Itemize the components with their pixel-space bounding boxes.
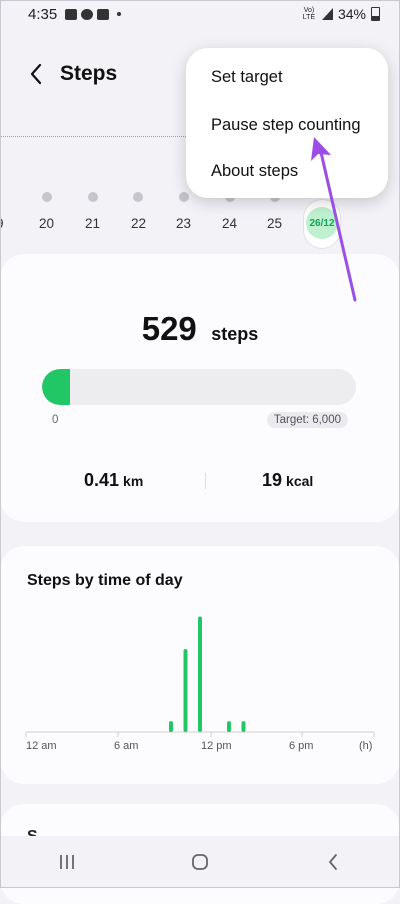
annotation-arrow: [311, 137, 357, 302]
arrow-shaft: [318, 146, 357, 302]
